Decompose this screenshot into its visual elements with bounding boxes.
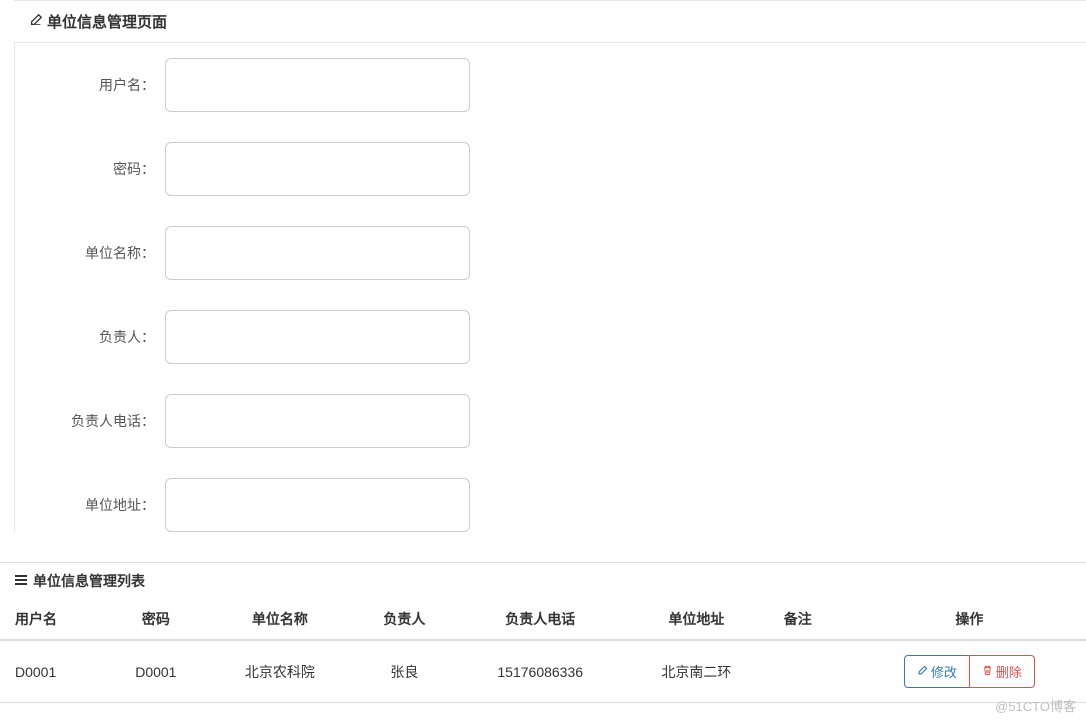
input-leader[interactable] — [165, 310, 470, 364]
label-password: 密码： — [15, 159, 165, 179]
th-org-name: 单位名称 — [207, 599, 352, 640]
cell-password: D0001 — [104, 640, 207, 703]
cell-actions: 修改 删除 — [853, 640, 1086, 703]
input-org-name[interactable] — [165, 226, 470, 280]
field-leader-phone: 负责人电话： — [15, 394, 1086, 448]
cell-leader-phone: 15176086336 — [456, 640, 623, 703]
label-username: 用户名： — [15, 75, 165, 95]
label-address: 单位地址： — [15, 495, 165, 515]
edit-button[interactable]: 修改 — [904, 655, 970, 688]
delete-label: 删除 — [996, 662, 1022, 681]
cell-org-name: 北京农科院 — [207, 640, 352, 703]
field-leader: 负责人： — [15, 310, 1086, 364]
cell-username: D0001 — [0, 640, 104, 703]
field-password: 密码： — [15, 142, 1086, 196]
edit-label: 修改 — [931, 662, 957, 681]
table-row: D0001 D0001 北京农科院 张良 15176086336 北京南二环 — [0, 640, 1086, 703]
watermark: @51CTO博客 — [995, 696, 1076, 715]
th-leader: 负责人 — [352, 599, 456, 640]
input-address[interactable] — [165, 478, 470, 532]
input-password[interactable] — [165, 142, 470, 196]
cell-leader: 张良 — [352, 640, 456, 703]
cell-address: 北京南二环 — [624, 640, 769, 703]
field-username: 用户名： — [15, 58, 1086, 112]
trash-icon — [982, 664, 993, 679]
input-username[interactable] — [165, 58, 470, 112]
form-body: 用户名： 密码： 单位名称： 负责人： 负责人电话： 单位地址： — [14, 42, 1086, 532]
data-table: 用户名 密码 单位名称 负责人 负责人电话 单位地址 备注 操作 D0001 D… — [0, 599, 1086, 703]
input-leader-phone[interactable] — [165, 394, 470, 448]
table-header-row: 用户名 密码 单位名称 负责人 负责人电话 单位地址 备注 操作 — [0, 599, 1086, 640]
label-leader-phone: 负责人电话： — [15, 411, 165, 431]
label-org-name: 单位名称： — [15, 243, 165, 263]
cell-remark — [769, 640, 853, 703]
list-section: 单位信息管理列表 用户名 密码 单位名称 负责人 负责人电话 单位地址 备注 操… — [0, 562, 1086, 703]
th-username: 用户名 — [0, 599, 104, 640]
form-panel: 单位信息管理页面 用户名： 密码： 单位名称： 负责人： 负责人电话： 单位地址… — [14, 0, 1086, 532]
list-heading: 单位信息管理列表 — [0, 562, 1086, 599]
th-remark: 备注 — [769, 599, 853, 640]
panel-title: 单位信息管理页面 — [47, 11, 167, 32]
panel-heading: 单位信息管理页面 — [14, 1, 1086, 42]
th-address: 单位地址 — [624, 599, 769, 640]
field-org-name: 单位名称： — [15, 226, 1086, 280]
pencil-icon — [917, 664, 928, 679]
th-action: 操作 — [853, 599, 1086, 640]
list-icon — [15, 573, 27, 589]
delete-button[interactable]: 删除 — [969, 655, 1035, 688]
label-leader: 负责人： — [15, 327, 165, 347]
action-button-group: 修改 删除 — [904, 655, 1035, 688]
list-title: 单位信息管理列表 — [33, 571, 145, 591]
th-password: 密码 — [104, 599, 207, 640]
field-address: 单位地址： — [15, 478, 1086, 532]
edit-icon — [29, 13, 43, 31]
th-leader-phone: 负责人电话 — [456, 599, 623, 640]
